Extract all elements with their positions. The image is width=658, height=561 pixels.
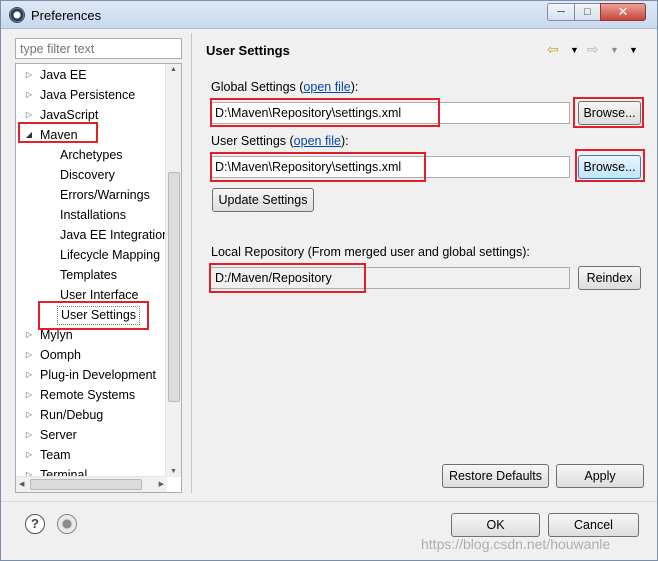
cancel-button[interactable]: Cancel <box>548 513 639 537</box>
page-title: User Settings <box>206 43 290 58</box>
tree-horizontal-scroll-thumb[interactable] <box>30 479 142 490</box>
apply-button[interactable]: Apply <box>556 464 644 488</box>
close-button[interactable]: ✕ <box>600 3 646 21</box>
global-settings-field[interactable]: D:\Maven\Repository\settings.xml <box>210 102 570 124</box>
watermark: https://blog.csdn.net/houwanle <box>421 536 611 552</box>
user-browse-button[interactable]: Browse... <box>578 155 641 179</box>
tree-item-label: Oomph <box>40 348 81 362</box>
scroll-up-icon[interactable]: ▲ <box>170 66 177 73</box>
update-settings-button[interactable]: Update Settings <box>212 188 314 212</box>
footer-separator <box>1 501 657 502</box>
local-repository-field: D:/Maven/Repository <box>210 267 570 289</box>
ok-button[interactable]: OK <box>451 513 540 537</box>
tree-vertical-scrollbar[interactable]: ▲ ▼ <box>165 64 181 477</box>
tree-item-label: Server <box>40 428 77 442</box>
tree-item-label: Discovery <box>60 168 115 182</box>
scroll-right-icon[interactable]: ▶ <box>159 480 164 488</box>
tree-item-label: Maven <box>40 128 78 142</box>
scroll-left-icon[interactable]: ◀ <box>19 480 24 488</box>
global-settings-label: Global Settings (open file): <box>211 80 359 94</box>
tree-horizontal-scrollbar[interactable]: ◀ ▶ <box>16 476 167 492</box>
tree-item-label: Team <box>40 448 71 462</box>
title-bar: Preferences ─ □ ✕ <box>1 1 657 29</box>
back-dropdown-icon[interactable]: ▼ <box>570 45 579 55</box>
forward-dropdown-icon[interactable]: ▼ <box>610 45 619 55</box>
preferences-window: Preferences ─ □ ✕ ▷ Java EE ▷ Java Persiste… <box>0 0 658 561</box>
tree-item-label: User Interface <box>60 288 139 302</box>
maximize-icon: □ <box>584 6 591 18</box>
record-icon[interactable] <box>57 514 77 534</box>
tree-collapsed-arrow-icon[interactable]: ▷ <box>24 65 34 85</box>
tree-collapsed-arrow-icon[interactable]: ▷ <box>24 345 34 365</box>
close-icon: ✕ <box>617 4 629 19</box>
tree-collapsed-arrow-icon[interactable]: ▷ <box>24 405 34 425</box>
tree-item-label: Templates <box>60 268 117 282</box>
tree-item-label: Remote Systems <box>40 388 136 402</box>
back-arrow-icon[interactable]: ⇦ <box>547 41 559 58</box>
user-open-file-link[interactable]: open file <box>294 134 341 148</box>
pane-sash[interactable] <box>191 33 192 493</box>
global-open-file-link[interactable]: open file <box>303 80 350 94</box>
global-browse-button[interactable]: Browse... <box>578 101 641 125</box>
eclipse-app-icon <box>9 7 25 23</box>
reindex-button[interactable]: Reindex <box>578 266 641 290</box>
tree-item-label: Java EE Integration <box>60 228 170 242</box>
preferences-tree: ▷ Java EE ▷ Java Persistence ▷ JavaScript ◢ Mav… <box>15 63 182 493</box>
tree-item-label: Java Persistence <box>40 88 136 102</box>
maximize-button[interactable]: □ <box>574 3 601 21</box>
tree-collapsed-arrow-icon[interactable]: ▷ <box>24 445 34 465</box>
restore-defaults-button[interactable]: Restore Defaults <box>442 464 549 488</box>
tree-collapsed-arrow-icon[interactable]: ▷ <box>24 85 34 105</box>
tree-collapsed-arrow-icon[interactable]: ▷ <box>24 325 34 345</box>
local-repository-label: Local Repository (From merged user and g… <box>211 245 530 259</box>
tree-item-label: Plug-in Development <box>40 368 157 382</box>
tree-expanded-arrow-icon[interactable]: ◢ <box>24 125 34 145</box>
tree-collapsed-arrow-icon[interactable]: ▷ <box>24 105 34 125</box>
minimize-button[interactable]: ─ <box>547 3 575 21</box>
help-icon[interactable]: ? <box>25 514 45 534</box>
window-title: Preferences <box>31 8 102 23</box>
tree-collapsed-arrow-icon[interactable]: ▷ <box>24 425 34 445</box>
tree-item-label: Run/Debug <box>40 408 104 422</box>
tree-item-label: Mylyn <box>40 328 73 342</box>
user-settings-field[interactable]: D:\Maven\Repository\settings.xml <box>210 156 570 178</box>
tree-item-label: Lifecycle Mapping <box>60 248 161 262</box>
tree-vertical-scroll-thumb[interactable] <box>168 172 180 402</box>
view-menu-icon[interactable]: ▼ <box>629 45 638 55</box>
filter-input[interactable] <box>15 38 182 59</box>
user-settings-label: User Settings (open file): <box>211 134 349 148</box>
scroll-down-icon[interactable]: ▼ <box>170 468 177 475</box>
minimize-icon: ─ <box>557 6 565 18</box>
tree-item-label: Archetypes <box>60 148 123 162</box>
tree-collapsed-arrow-icon[interactable]: ▷ <box>24 365 34 385</box>
tree-item-label: Installations <box>60 208 127 222</box>
tree-item-label: User Settings <box>57 306 141 325</box>
forward-arrow-icon[interactable]: ⇨ <box>587 41 599 58</box>
tree-collapsed-arrow-icon[interactable]: ▷ <box>24 385 34 405</box>
tree-item-label: JavaScript <box>40 108 99 122</box>
tree-item-label: Errors/Warnings <box>60 188 150 202</box>
tree-item-label: Java EE <box>40 68 87 82</box>
